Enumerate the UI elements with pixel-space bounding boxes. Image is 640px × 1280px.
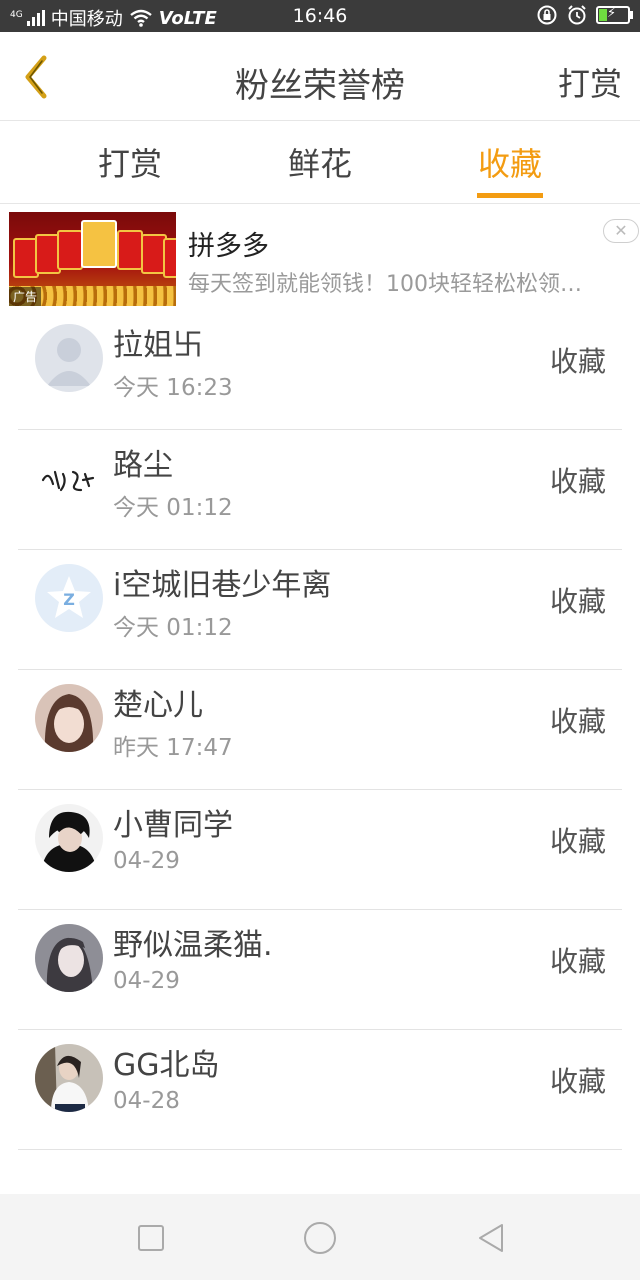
status-right: ⚡ [536, 4, 633, 26]
recent-apps-icon[interactable] [131, 1218, 171, 1258]
list-item[interactable]: 路尘 今天 01:12 收藏 [18, 430, 622, 550]
user-name: 拉姐卐 [113, 328, 203, 363]
ad-description[interactable]: 每天签到就能领钱！100块轻轻松松领走！ [188, 266, 588, 298]
timestamp: 昨天 17:47 [113, 735, 233, 761]
list-item[interactable]: 野似温柔猫. 04-29 收藏 [18, 910, 622, 1030]
favorites-list: 拉姐卐 今天 16:23 收藏 路尘 今天 01:12 收藏 Z i空城旧巷少年… [0, 310, 640, 1150]
action-type: 收藏 [549, 1065, 606, 1098]
tab-bar: 打赏 鲜花 收藏 [0, 121, 640, 204]
action-type: 收藏 [549, 945, 606, 978]
user-name: GG北岛 [113, 1048, 220, 1083]
timestamp: 04-28 [113, 1088, 180, 1114]
user-name: 野似温柔猫. [113, 928, 273, 963]
avatar[interactable] [35, 804, 103, 872]
user-name: 小曹同学 [113, 808, 233, 843]
timestamp: 今天 16:23 [113, 375, 233, 401]
back-icon[interactable] [472, 1218, 512, 1258]
tab-favorites[interactable]: 收藏 [450, 139, 570, 185]
avatar[interactable] [35, 444, 103, 512]
ad-close-button[interactable]: ✕ [603, 219, 639, 243]
ad-banner[interactable]: 广告 拼多多 每天签到就能领钱！100块轻轻松松领走！ ✕ [0, 206, 640, 312]
list-item[interactable]: Z i空城旧巷少年离 今天 01:12 收藏 [18, 550, 622, 670]
action-type: 收藏 [549, 585, 606, 618]
action-type: 收藏 [549, 345, 606, 378]
ad-image[interactable]: 广告 [9, 212, 176, 306]
avatar[interactable]: Z [35, 564, 103, 632]
timestamp: 今天 01:12 [113, 615, 233, 641]
timestamp: 04-29 [113, 968, 180, 994]
user-name: i空城旧巷少年离 [113, 568, 332, 603]
user-name: 路尘 [113, 448, 173, 483]
timestamp: 04-29 [113, 848, 180, 874]
tab-reward[interactable]: 打赏 [70, 139, 190, 185]
user-name: 楚心儿 [113, 688, 203, 723]
avatar[interactable] [35, 1044, 103, 1112]
alarm-icon [568, 5, 586, 25]
ad-title[interactable]: 拼多多 [188, 224, 269, 263]
reward-button[interactable]: 打赏 [558, 59, 622, 105]
avatar[interactable] [35, 684, 103, 752]
app-header: 粉丝荣誉榜 打赏 [0, 32, 640, 121]
avatar[interactable] [35, 324, 103, 392]
list-item[interactable]: 拉姐卐 今天 16:23 收藏 [18, 310, 622, 430]
ad-tag: 广告 [9, 287, 42, 306]
timestamp: 今天 01:12 [113, 495, 233, 521]
action-type: 收藏 [549, 465, 606, 498]
tab-flowers[interactable]: 鲜花 [260, 139, 380, 185]
list-item[interactable]: 小曹同学 04-29 收藏 [18, 790, 622, 910]
system-navbar [0, 1194, 640, 1280]
action-type: 收藏 [549, 825, 606, 858]
svg-text:Z: Z [63, 590, 75, 609]
list-item[interactable]: 楚心儿 昨天 17:47 收藏 [18, 670, 622, 790]
battery-icon: ⚡ [596, 6, 633, 24]
action-type: 收藏 [549, 705, 606, 738]
page-title: 粉丝荣誉榜 [235, 66, 405, 106]
status-bar: 4G 中国移动 VoLTE 16:46 ⚡ [0, 0, 640, 32]
list-item[interactable]: GG北岛 04-28 收藏 [18, 1030, 622, 1150]
home-icon[interactable] [300, 1218, 340, 1258]
lock-rotation-icon [537, 5, 557, 25]
avatar[interactable] [35, 924, 103, 992]
active-tab-indicator [477, 193, 543, 198]
